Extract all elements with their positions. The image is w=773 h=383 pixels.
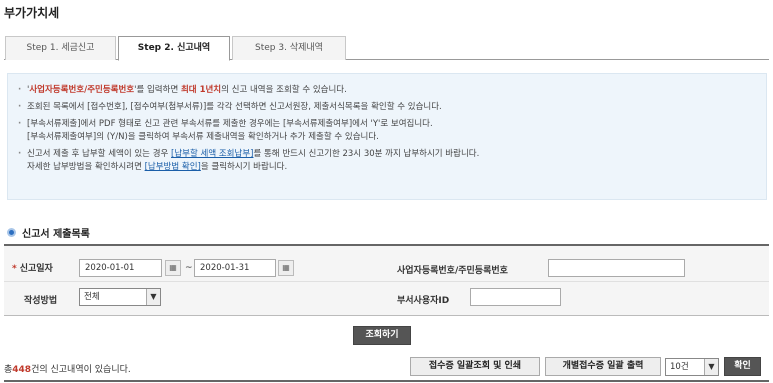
notice-item: 신고서 제출 후 납부할 세액이 있는 경우 [납부할 세액 조회납부]를 통해…: [18, 148, 766, 174]
confirm-button[interactable]: 확인: [724, 357, 761, 376]
tab-bar: Step 1. 세금신고 Step 2. 신고내역 Step 3. 삭제내역: [4, 36, 769, 61]
dept-user-label: 부서사용자ID: [397, 296, 450, 306]
notice-box: '사업자등록번호/주민등록번호'를 입력하면 최대 1년치의 신고 내역을 조회…: [7, 73, 767, 200]
section-title: 신고서 제출목록: [7, 225, 90, 240]
date-to-input[interactable]: 2020-01-31: [194, 259, 276, 277]
date-range-separator: ~: [185, 263, 193, 273]
required-mark: *: [12, 264, 17, 274]
biz-no-input[interactable]: [548, 259, 685, 277]
individual-receipt-print-button[interactable]: 개별접수증 일괄 출력: [545, 357, 661, 376]
method-select[interactable]: 전체 ▼: [79, 288, 161, 306]
date-label: * 신고일자: [12, 264, 53, 274]
notice-text: 를 통해 반드시 신고기한 23시 30분 까지 납부하시기 바랍니다.: [253, 149, 480, 159]
divider: [4, 380, 769, 382]
section-title-text: 신고서 제출목록: [22, 229, 90, 240]
payment-method-link[interactable]: [납부방법 확인]: [145, 162, 201, 172]
notice-item: '사업자등록번호/주민등록번호'를 입력하면 최대 1년치의 신고 내역을 조회…: [18, 84, 766, 97]
chevron-down-icon: ▼: [704, 359, 718, 375]
tab-step2[interactable]: Step 2. 신고내역: [118, 36, 230, 61]
notice-text: '를 입력하면: [134, 85, 181, 95]
calendar-icon[interactable]: ▦: [278, 260, 294, 276]
circle-bullet-icon: [7, 228, 16, 237]
notice-item: [부속서류제출]에서 PDF 형태로 신고 관련 부속서류를 제출한 경우에는 …: [18, 118, 766, 144]
notice-highlight: 최대 1년치: [180, 85, 222, 95]
method-label: 작성방법: [24, 296, 58, 306]
bulk-receipt-print-button[interactable]: 접수증 일괄조회 및 인쇄: [410, 357, 540, 376]
page-size-select[interactable]: 10건 ▼: [665, 358, 719, 376]
notice-text: 자세한 납부방법을 확인하시려면: [27, 162, 145, 172]
dept-user-input[interactable]: [470, 288, 561, 306]
tab-step3[interactable]: Step 3. 삭제내역: [232, 36, 346, 60]
calendar-icon[interactable]: ▦: [165, 260, 181, 276]
tab-step1[interactable]: Step 1. 세금신고: [5, 36, 116, 60]
notice-text: [부속서류제출여부]의 (Y/N)을 클릭하여 부속서류 제출내역을 확인하거나…: [27, 132, 379, 142]
notice-item: 조회된 목록에서 [접수번호], [접수여부(첨부서류)]를 각각 선택하면 신…: [18, 101, 766, 114]
pay-tax-link[interactable]: [납부할 세액 조회납부]: [171, 149, 253, 159]
notice-text: 조회된 목록에서 [접수번호], [접수여부(첨부서류)]를 각각 선택하면 신…: [27, 102, 442, 112]
page-title: 부가가치세: [4, 6, 60, 20]
chevron-down-icon: ▼: [146, 289, 160, 305]
result-count: 총448건의 신고내역이 있습니다.: [4, 365, 131, 375]
divider: [4, 281, 769, 282]
date-from-input[interactable]: 2020-01-01: [79, 259, 162, 277]
notice-text: 을 클릭하시기 바랍니다.: [200, 162, 288, 172]
notice-highlight: 사업자등록번호/주민등록번호: [29, 85, 135, 95]
notice-text: [부속서류제출]에서 PDF 형태로 신고 관련 부속서류를 제출한 경우에는 …: [27, 119, 433, 129]
biz-no-label: 사업자등록번호/주민등록번호: [397, 266, 508, 276]
notice-text: 신고서 제출 후 납부할 세액이 있는 경우: [27, 149, 172, 159]
search-button[interactable]: 조회하기: [353, 326, 411, 345]
search-form: * 신고일자 2020-01-01 ▦ ~ 2020-01-31 ▦ 사업자등록번…: [4, 244, 769, 316]
notice-text: 의 신고 내역을 조회할 수 있습니다.: [221, 85, 347, 95]
